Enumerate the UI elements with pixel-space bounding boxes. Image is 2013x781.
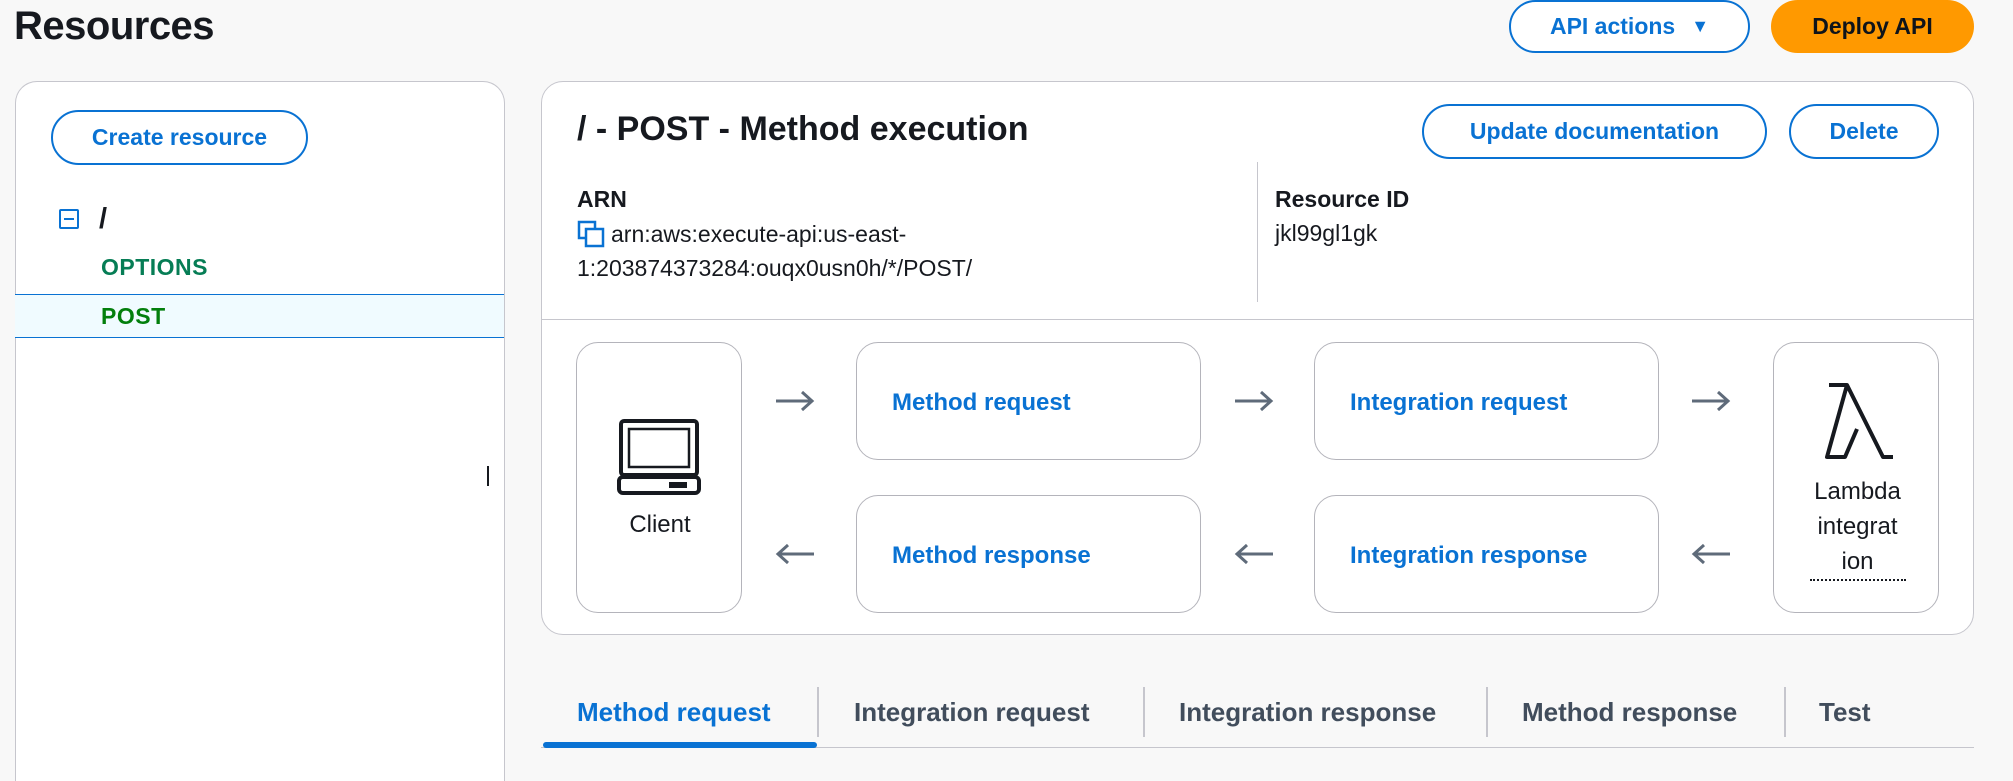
tree-method-post[interactable]: POST bbox=[101, 303, 166, 330]
arn-line-2: 1:203874373284:ouqx0usn0h/*/POST/ bbox=[577, 255, 973, 281]
lambda-label-line-2: integrat bbox=[1817, 513, 1898, 540]
tab-separator bbox=[817, 687, 819, 737]
collapse-icon[interactable] bbox=[59, 209, 79, 229]
method-execution-title: / - POST - Method execution bbox=[577, 110, 1029, 148]
api-actions-label: API actions bbox=[1549, 13, 1676, 39]
integration-request-link[interactable]: Integration request bbox=[1350, 389, 1567, 417]
lambda-label-line-1: Lambda bbox=[1814, 478, 1901, 505]
tab-method-request[interactable]: Method request bbox=[577, 683, 771, 741]
copy-icon[interactable] bbox=[577, 220, 605, 248]
method-request-link[interactable]: Method request bbox=[892, 389, 1071, 417]
create-resource-label: Create resource bbox=[91, 124, 268, 150]
client-label: Client bbox=[629, 511, 691, 538]
lambda-icon bbox=[1825, 383, 1893, 459]
method-response-link[interactable]: Method response bbox=[892, 542, 1091, 570]
tab-separator bbox=[1143, 687, 1145, 737]
section-divider bbox=[541, 319, 1974, 320]
tree-method-options[interactable]: OPTIONS bbox=[101, 254, 208, 281]
update-documentation-label: Update documentation bbox=[1469, 118, 1720, 144]
page-title: Resources bbox=[14, 4, 215, 48]
lambda-integration-label: Lambda integrat ion bbox=[1775, 474, 1940, 581]
computer-icon bbox=[617, 419, 701, 495]
tab-method-response[interactable]: Method response bbox=[1522, 683, 1737, 741]
resource-id-label: Resource ID bbox=[1275, 186, 1410, 212]
tab-separator bbox=[1486, 687, 1488, 737]
lambda-label-line-3: ion bbox=[1809, 544, 1906, 581]
text-cursor-icon bbox=[487, 466, 489, 486]
arrow-left-icon bbox=[1691, 543, 1730, 565]
delete-button[interactable]: Delete bbox=[1789, 104, 1939, 159]
caret-down-icon: ▼ bbox=[1691, 16, 1710, 36]
arrow-left-icon bbox=[1234, 543, 1273, 565]
arrow-right-icon bbox=[1692, 390, 1731, 412]
arrow-right-icon bbox=[776, 390, 815, 412]
tab-separator bbox=[1784, 687, 1786, 737]
tab-integration-response[interactable]: Integration response bbox=[1179, 683, 1436, 741]
tab-test[interactable]: Test bbox=[1819, 683, 1871, 741]
arn-value: arn:aws:execute-api:us-east- 1:203874373… bbox=[577, 217, 1237, 285]
integration-response-link[interactable]: Integration response bbox=[1350, 542, 1587, 570]
update-documentation-button[interactable]: Update documentation bbox=[1422, 104, 1767, 159]
resource-tree-panel bbox=[15, 81, 505, 781]
active-tab-indicator bbox=[543, 742, 817, 748]
tree-root-path[interactable]: / bbox=[99, 203, 107, 236]
delete-label: Delete bbox=[1829, 118, 1899, 144]
tab-integration-request[interactable]: Integration request bbox=[854, 683, 1089, 741]
arn-label: ARN bbox=[577, 186, 627, 212]
arrow-right-icon bbox=[1235, 390, 1274, 412]
arrow-left-icon bbox=[775, 543, 814, 565]
arn-line-1: arn:aws:execute-api:us-east- bbox=[611, 221, 907, 247]
deploy-api-label: Deploy API bbox=[1812, 13, 1933, 39]
client-box bbox=[576, 342, 742, 613]
deploy-api-button[interactable]: Deploy API bbox=[1771, 0, 1974, 53]
resource-id-value: jkl99gl1gk bbox=[1275, 220, 1378, 246]
method-tabs: Method request Integration request Integ… bbox=[541, 683, 1974, 749]
field-divider bbox=[1257, 162, 1258, 302]
create-resource-button[interactable]: Create resource bbox=[51, 110, 308, 165]
api-actions-button[interactable]: API actions ▼ bbox=[1509, 0, 1750, 53]
tree-selected-row[interactable] bbox=[15, 294, 504, 338]
